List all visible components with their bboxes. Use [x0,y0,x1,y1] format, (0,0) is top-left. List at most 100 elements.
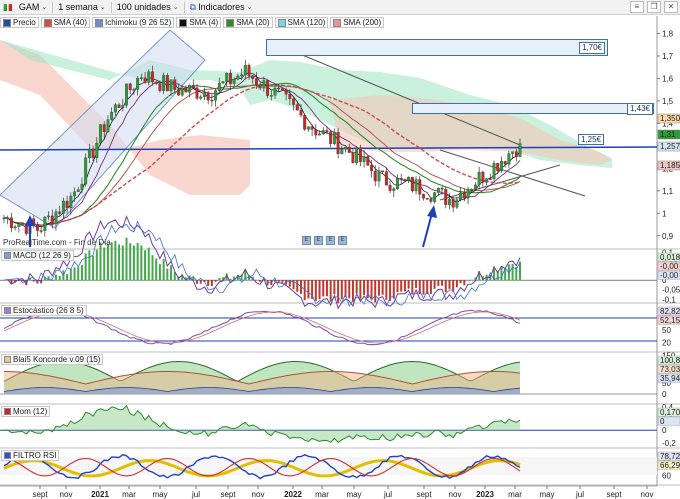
candle-body [139,77,143,79]
macd-histogram-bar [377,280,380,296]
macd-histogram-bar [155,258,158,281]
axis-tick-label: 0 [662,426,667,435]
level-text-125: 1,25€ [581,135,602,144]
macd-histogram-bar [17,280,20,282]
axis-tick-label: -0,05 [662,286,680,295]
x-tick-label: 2022 [284,490,302,499]
level-label-143: 1,43€ [626,103,653,115]
macd-histogram-bar [325,280,328,297]
macd-histogram-bar [281,280,284,283]
macd-histogram-bar [77,267,80,281]
candle-body [47,215,50,218]
candle-body [410,177,414,192]
buy-arrow-2 [422,212,433,248]
candle-body [514,151,518,157]
macd-histogram-bar [329,280,332,301]
macd-histogram-bar [69,268,72,281]
candle-body [247,65,251,76]
stoch-label[interactable]: Estocástico (26 8 5) [1,305,87,316]
event-icon[interactable]: E [314,236,323,245]
candle-body [177,89,180,96]
macd-histogram-bar [99,242,102,281]
blai5-label[interactable]: Blai5 Koncorde v.09 (15) [1,354,104,365]
candle-body [422,194,425,199]
rsi-label-text: FILTRO RSI [13,451,57,460]
macd-histogram-bar [210,280,213,287]
candle-body [518,143,522,157]
candle-body [266,80,270,96]
value-tag-text: -0,00 [660,262,679,271]
value-tag-text: 0,018 [660,253,680,262]
candle-body [17,223,21,227]
macd-histogram-bar [407,280,410,289]
event-icon[interactable]: E [326,236,335,245]
candle-body [84,157,88,185]
price-tag-text: 1,257 [660,142,680,151]
macd-histogram-bar [500,267,503,281]
x-tick-label: jul [383,490,392,499]
candle-body [39,230,43,232]
macd-histogram-bar [307,280,310,299]
candle-body [21,223,25,225]
macd-histogram-bar [444,280,447,293]
candle-body [381,170,385,172]
candle-body [303,115,307,130]
candle-body [195,87,199,99]
candle-body [35,225,39,231]
macd-histogram-bar [318,280,321,300]
candle-body [455,199,459,208]
candle-body [269,95,273,97]
resistance-zone-170: 1,70€ [266,39,608,56]
macd-histogram-bar [114,240,117,281]
candle-body [488,178,492,180]
mom-label[interactable]: Mom (12) [1,406,51,417]
axis-tick-label: 20 [662,339,671,348]
candle-body [210,99,214,102]
axis-tick-label: -0,1 [662,295,676,304]
candle-body [288,93,292,100]
candle-body [418,179,422,195]
candle-body [306,126,310,130]
macd-histogram-bar [132,245,135,281]
candle-body [485,178,489,183]
macd-histogram-bar [470,279,473,281]
value-tag-text: 66,29 [660,461,680,470]
macd-histogram-bar [355,280,358,294]
candle-body [206,92,210,101]
candle-body [262,80,266,89]
rsi-label[interactable]: FILTRO RSI [1,450,60,461]
candle-body [310,126,314,130]
value-tag-text: -0,00 [660,271,679,280]
macd-histogram-bar [385,280,388,300]
candle-body [188,85,192,93]
candle-body [329,131,333,144]
macd-histogram-bar [88,250,91,281]
candle-body [332,132,336,144]
axis-tick-label: 60 [662,471,671,480]
event-icon[interactable]: E [302,236,311,245]
candle-body [474,184,477,190]
macd-histogram-bar [381,280,384,295]
candle-body [459,192,463,200]
level-label-125: 1,25€ [578,134,604,145]
event-icon[interactable]: E [338,236,347,245]
macd-label[interactable]: MACD (12 26 9) [1,250,74,261]
candle-body [492,163,496,180]
macd-histogram-bar [422,280,425,295]
event-markers: E E E E [302,236,347,245]
macd-histogram-bar [348,280,351,299]
candle-body [243,65,247,75]
candle-body [273,87,277,96]
macd-histogram-bar [207,280,210,286]
candle-body [165,75,169,92]
candle-body [113,104,117,113]
macd-histogram-bar [363,280,366,295]
candle-body [462,192,466,199]
x-tick-label: 2023 [476,490,494,499]
chart-window: { "toolbar": { "symbol": "GAM", "timefra… [0,0,680,499]
watermark: ProRealTime.com - Fin de Día [3,238,111,247]
value-tag-text: 35,94 [660,374,680,383]
macd-histogram-bar [296,280,299,292]
macd-histogram-bar [448,280,451,289]
candle-body [50,215,54,225]
